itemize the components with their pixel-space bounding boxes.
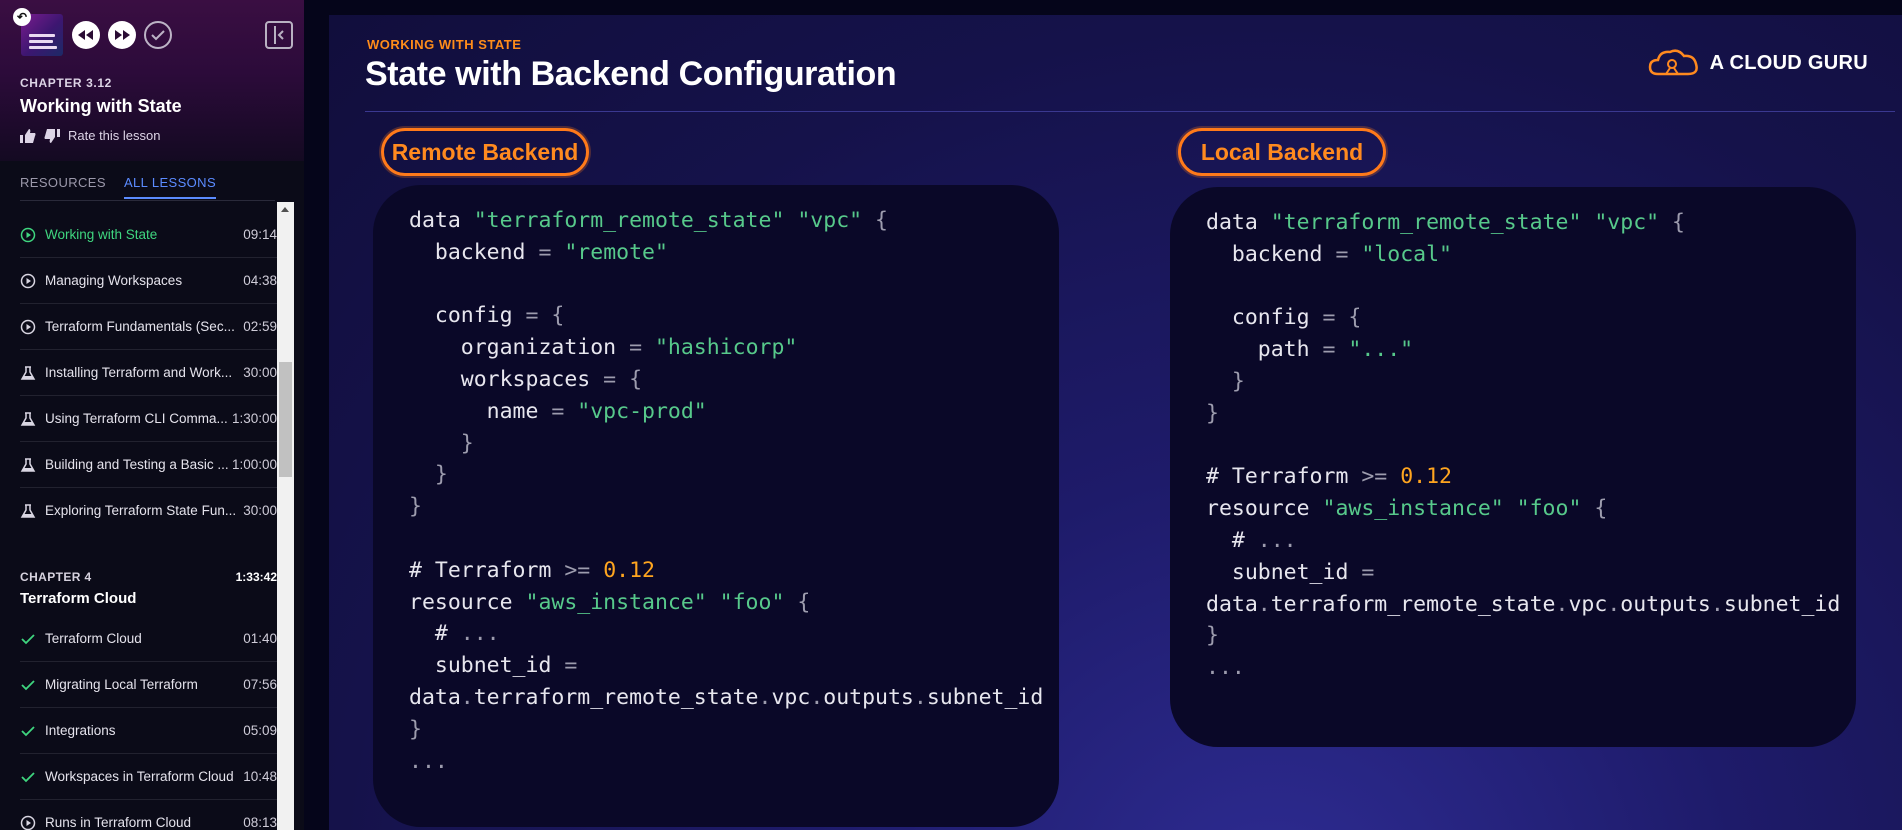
lesson-item-current[interactable]: Working with State 09:14 bbox=[20, 212, 277, 258]
play-circle-icon bbox=[20, 227, 36, 243]
chapter-label: CHAPTER 4 bbox=[20, 570, 92, 584]
lesson-duration: 02:59 bbox=[243, 319, 277, 334]
lesson-title: Exploring Terraform State Fun... bbox=[45, 503, 237, 518]
play-circle-icon bbox=[20, 319, 36, 335]
check-icon bbox=[21, 772, 35, 783]
play-circle-icon bbox=[20, 815, 36, 830]
lesson-item[interactable]: Terraform Fundamentals (Sec... 02:59 bbox=[20, 304, 277, 350]
chapter-number: CHAPTER 3.12 bbox=[20, 76, 112, 90]
lesson-item[interactable]: Integrations 05:09 bbox=[20, 708, 277, 754]
lesson-duration: 05:09 bbox=[243, 723, 277, 738]
rate-lesson-label: Rate this lesson bbox=[68, 128, 161, 143]
lesson-title: Terraform Cloud bbox=[45, 631, 142, 646]
chapter-duration: 1:33:42 bbox=[235, 570, 277, 584]
back-arrow-icon[interactable]: ↶ bbox=[13, 8, 31, 26]
remote-backend-label: Remote Backend bbox=[381, 128, 589, 176]
check-icon bbox=[151, 30, 165, 41]
lesson-item[interactable]: Managing Workspaces 04:38 bbox=[20, 258, 277, 304]
rewind-button[interactable] bbox=[72, 21, 100, 49]
lesson-title: Installing Terraform and Work... bbox=[45, 365, 233, 380]
local-backend-code-card: data "terraform_remote_state" "vpc" { ba… bbox=[1170, 187, 1856, 747]
lesson-duration: 08:13 bbox=[243, 815, 277, 830]
collapse-sidebar-button[interactable] bbox=[265, 21, 293, 49]
thumbs-up-icon[interactable] bbox=[20, 128, 36, 143]
divider bbox=[20, 200, 275, 201]
tab-all-lessons[interactable]: ALL LESSONS bbox=[123, 175, 217, 199]
rate-lesson: Rate this lesson bbox=[20, 128, 161, 143]
sidebar-tabs: RESOURCES ALL LESSONS bbox=[20, 175, 234, 199]
lesson-title: Runs in Terraform Cloud bbox=[45, 815, 192, 830]
lesson-duration: 1:30:00 bbox=[231, 411, 277, 426]
fast-forward-button[interactable] bbox=[108, 21, 136, 49]
lesson-item[interactable]: Building and Testing a Basic ... 1:00:00 bbox=[20, 442, 277, 488]
lesson-item[interactable]: Terraform Cloud 01:40 bbox=[20, 616, 277, 662]
course-sidebar: ↶ CHAPTER 3.12 Working with State Rate t… bbox=[0, 0, 304, 830]
lesson-duration: 1:00:00 bbox=[231, 457, 277, 472]
lesson-title: Working with State bbox=[45, 227, 158, 242]
lesson-item[interactable]: Migrating Local Terraform 07:56 bbox=[20, 662, 277, 708]
lesson-item[interactable]: Exploring Terraform State Fun... 30:00 bbox=[20, 488, 277, 534]
cloud-guru-logo-icon bbox=[1648, 49, 1698, 76]
brand-name: A CLOUD GURU bbox=[1709, 51, 1868, 74]
sidebar-header: ↶ CHAPTER 3.12 Working with State Rate t… bbox=[0, 0, 304, 161]
lesson-duration: 01:40 bbox=[243, 631, 277, 646]
lesson-duration: 04:38 bbox=[243, 273, 277, 288]
lesson-list-scrollbar[interactable] bbox=[277, 202, 294, 830]
slide-kicker: WORKING WITH STATE bbox=[367, 37, 522, 52]
slide-title: State with Backend Configuration bbox=[365, 55, 897, 93]
local-backend-label: Local Backend bbox=[1178, 128, 1386, 176]
lesson-item[interactable]: Using Terraform CLI Comma... 1:30:00 bbox=[20, 396, 277, 442]
lesson-title: Managing Workspaces bbox=[45, 273, 183, 288]
lesson-duration: 30:00 bbox=[243, 365, 277, 380]
check-icon bbox=[21, 634, 35, 645]
brand-logo: A CLOUD GURU bbox=[1648, 48, 1868, 78]
lab-flask-icon bbox=[20, 458, 36, 472]
check-icon bbox=[21, 726, 35, 737]
lab-flask-icon bbox=[20, 412, 36, 426]
rewind-icon bbox=[78, 30, 93, 40]
remote-backend-code-card: data "terraform_remote_state" "vpc" { ba… bbox=[373, 185, 1059, 827]
remote-backend-code: data "terraform_remote_state" "vpc" { ba… bbox=[409, 208, 1044, 774]
tab-resources[interactable]: RESOURCES bbox=[20, 175, 106, 199]
lesson-title: Migrating Local Terraform bbox=[45, 677, 198, 692]
local-backend-code: data "terraform_remote_state" "vpc" { ba… bbox=[1206, 210, 1841, 681]
collapse-panel-icon bbox=[274, 26, 284, 44]
mark-complete-button[interactable] bbox=[144, 21, 172, 49]
lesson-title: Workspaces in Terraform Cloud bbox=[45, 769, 234, 784]
fast-forward-icon bbox=[115, 30, 130, 40]
lesson-duration: 07:56 bbox=[243, 677, 277, 692]
lab-flask-icon bbox=[20, 366, 36, 380]
scroll-up-arrow-icon[interactable] bbox=[281, 207, 289, 212]
lesson-title: Terraform Fundamentals (Sec... bbox=[45, 319, 235, 334]
thumbs-down-icon[interactable] bbox=[44, 128, 60, 143]
lesson-duration: 09:14 bbox=[243, 227, 277, 242]
lesson-title: Working with State bbox=[20, 96, 182, 116]
lesson-title: Integrations bbox=[45, 723, 116, 738]
lab-flask-icon bbox=[20, 504, 36, 518]
divider bbox=[365, 111, 1895, 112]
video-slide[interactable]: WORKING WITH STATE State with Backend Co… bbox=[329, 15, 1902, 830]
lesson-list: Working with State 09:14 Managing Worksp… bbox=[0, 202, 277, 830]
scrollbar-thumb[interactable] bbox=[279, 362, 292, 477]
lesson-duration: 10:48 bbox=[243, 769, 277, 784]
chapter-title: Terraform Cloud bbox=[20, 590, 137, 607]
lesson-title: Using Terraform CLI Comma... bbox=[45, 411, 228, 426]
chapter-header[interactable]: CHAPTER 4 1:33:42 Terraform Cloud bbox=[20, 570, 277, 612]
play-circle-icon bbox=[20, 273, 36, 289]
lesson-item[interactable]: Runs in Terraform Cloud 08:13 bbox=[20, 800, 277, 830]
lesson-item[interactable]: Installing Terraform and Work... 30:00 bbox=[20, 350, 277, 396]
lesson-title: Building and Testing a Basic ... bbox=[45, 457, 229, 472]
lesson-item[interactable]: Workspaces in Terraform Cloud 10:48 bbox=[20, 754, 277, 800]
check-icon bbox=[21, 680, 35, 691]
lesson-duration: 30:00 bbox=[243, 503, 277, 518]
